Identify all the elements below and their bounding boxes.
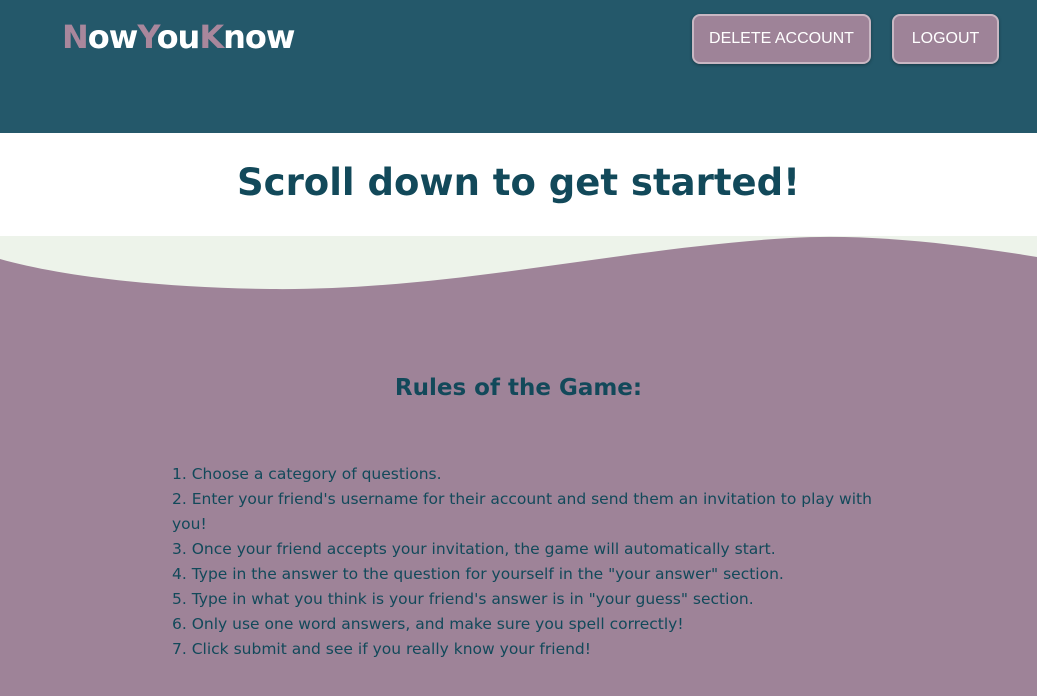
rule-item-7: 7. Click submit and see if you really kn… bbox=[172, 640, 591, 658]
rule-item-1: 1. Choose a category of questions. bbox=[172, 465, 442, 483]
logo-text-ow: ow bbox=[87, 18, 139, 56]
rule-item-6: 6. Only use one word answers, and make s… bbox=[172, 615, 684, 633]
rule-item-4: 4. Type in the answer to the question fo… bbox=[172, 565, 784, 583]
rule-item-3: 3. Once your friend accepts your invitat… bbox=[172, 540, 776, 558]
logo-text-now: now bbox=[223, 18, 295, 56]
page-title: Scroll down to get started! bbox=[236, 161, 800, 204]
logo-letter-k: K bbox=[199, 18, 224, 56]
logo-letter-n: N bbox=[62, 18, 89, 56]
intro-banner: Scroll down to get started! bbox=[0, 133, 1037, 237]
rule-item-2: 2. Enter your friend's username for thei… bbox=[172, 490, 872, 533]
site-logo[interactable]: NowYouKnow bbox=[62, 18, 295, 56]
site-header: NowYouKnow DELETE ACCOUNT LOGOUT bbox=[0, 0, 1037, 133]
wave-divider bbox=[0, 236, 1037, 296]
rules-list: 1. Choose a category of questions. 2. En… bbox=[172, 462, 892, 662]
logout-button[interactable]: LOGOUT bbox=[892, 14, 999, 64]
delete-account-button[interactable]: DELETE ACCOUNT bbox=[692, 14, 871, 64]
logo-text-ou: ou bbox=[156, 18, 201, 56]
rule-item-5: 5. Type in what you think is your friend… bbox=[172, 590, 754, 608]
logo-letter-y: Y bbox=[137, 18, 157, 56]
rules-title: Rules of the Game: bbox=[394, 375, 643, 401]
